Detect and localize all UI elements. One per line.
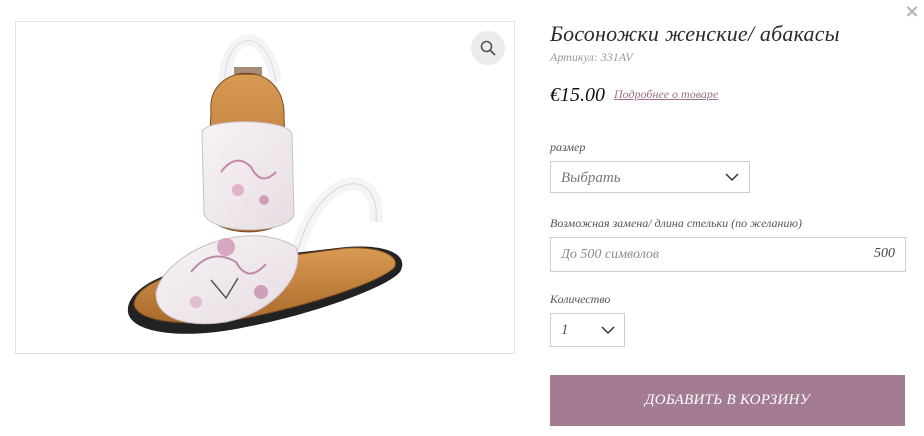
insole-note-field: 500 — [550, 237, 906, 272]
product-price: €15.00 — [550, 84, 605, 106]
insole-note-input[interactable] — [551, 238, 861, 271]
close-icon[interactable]: × — [904, 3, 920, 21]
add-to-cart-button[interactable]: ДОБАВИТЬ В КОРЗИНУ — [550, 375, 905, 426]
quantity-value: 1 — [561, 322, 569, 338]
chevron-down-icon — [601, 326, 615, 335]
sku-value: 331AV — [600, 50, 633, 64]
product-image — [127, 34, 403, 334]
product-sku: Артикул: 331AV — [550, 50, 633, 65]
quantity-select[interactable]: 1 — [550, 313, 625, 347]
zoom-button[interactable] — [471, 31, 505, 65]
quantity-label: Количество — [550, 292, 611, 306]
size-select-value: Выбрать — [561, 170, 621, 186]
sku-label: Артикул: — [550, 50, 598, 64]
char-counter: 500 — [874, 246, 895, 261]
zoom-icon — [480, 40, 496, 56]
product-details-link[interactable]: Подробнее о товаре — [614, 87, 718, 102]
insole-note-label: Возможная замена/ длина стельки (по жела… — [550, 216, 802, 230]
size-select[interactable]: Выбрать — [550, 161, 750, 193]
product-title: Босоножки женские/ абакасы — [550, 21, 840, 46]
chevron-down-icon — [725, 173, 739, 182]
size-label: размер — [550, 140, 586, 154]
product-image-panel — [15, 21, 515, 354]
